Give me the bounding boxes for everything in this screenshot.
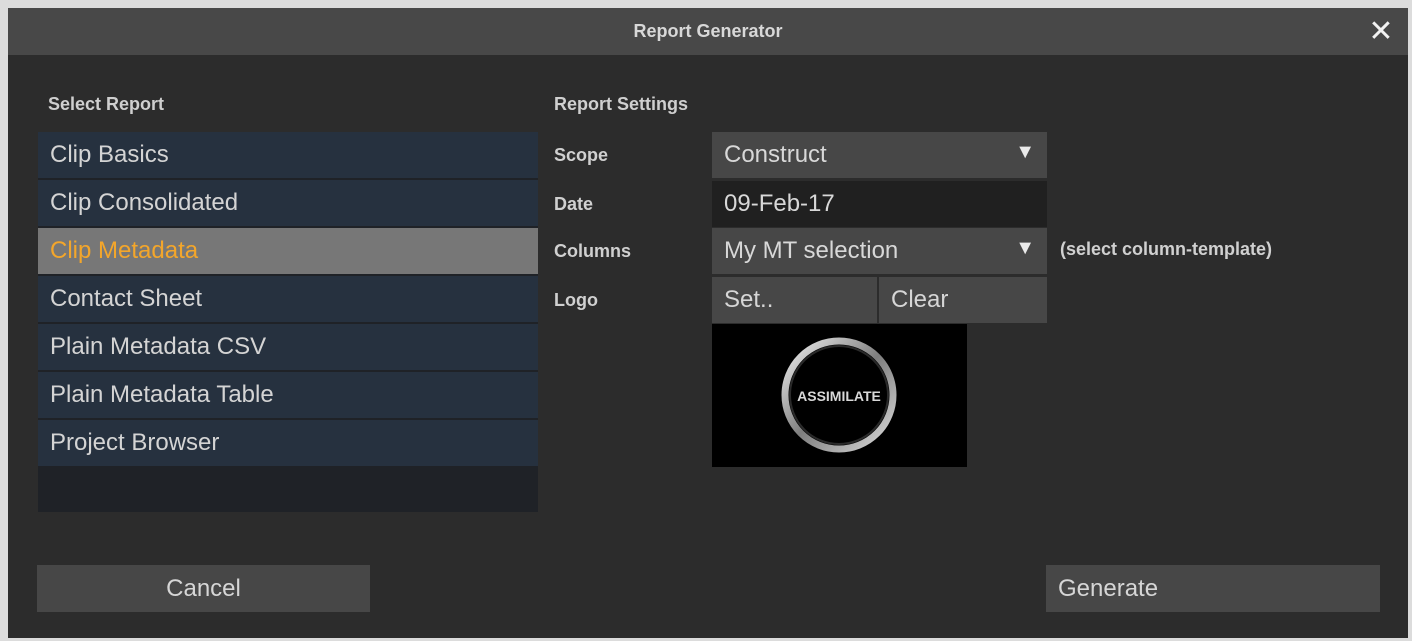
scope-value: Construct xyxy=(724,141,827,168)
report-generator-dialog: Report Generator ✕ Select Report Report … xyxy=(8,8,1408,638)
logo-set-button[interactable]: Set.. xyxy=(712,277,877,323)
logo-text: ASSIMILATE xyxy=(797,388,881,404)
close-icon[interactable]: ✕ xyxy=(1364,14,1398,48)
report-item-clip-metadata[interactable]: Clip Metadata xyxy=(38,228,538,274)
columns-label: Columns xyxy=(554,241,632,261)
assimilate-logo: ASSIMILATE xyxy=(781,337,897,453)
logo-clear-button[interactable]: Clear xyxy=(879,277,1047,323)
date-value: 09-Feb-17 xyxy=(724,190,835,217)
columns-dropdown[interactable]: My MT selection ▼ xyxy=(712,228,1047,274)
report-item-clip-consolidated[interactable]: Clip Consolidated xyxy=(38,180,538,226)
logo-preview: ASSIMILATE xyxy=(712,324,967,467)
scope-label: Scope xyxy=(554,145,609,165)
generate-button[interactable]: Generate xyxy=(1046,565,1380,612)
scope-dropdown[interactable]: Construct ▼ xyxy=(712,132,1047,178)
date-field[interactable]: 09-Feb-17 xyxy=(712,181,1047,227)
report-settings-heading: Report Settings xyxy=(554,94,689,114)
chevron-down-icon: ▼ xyxy=(1015,141,1035,163)
columns-value: My MT selection xyxy=(724,237,899,264)
select-report-heading: Select Report xyxy=(48,94,165,114)
report-item-contact-sheet[interactable]: Contact Sheet xyxy=(38,276,538,322)
chevron-down-icon: ▼ xyxy=(1015,237,1035,259)
dialog-title: Report Generator xyxy=(633,21,783,41)
title-bar: Report Generator ✕ xyxy=(8,8,1408,55)
report-item-project-browser[interactable]: Project Browser xyxy=(38,420,538,466)
report-item-plain-metadata-csv[interactable]: Plain Metadata CSV xyxy=(38,324,538,370)
report-list: Clip Basics Clip Consolidated Clip Metad… xyxy=(38,132,538,512)
date-label: Date xyxy=(554,194,594,214)
logo-label: Logo xyxy=(554,290,598,310)
report-item-clip-basics[interactable]: Clip Basics xyxy=(38,132,538,178)
report-item-plain-metadata-table[interactable]: Plain Metadata Table xyxy=(38,372,538,418)
cancel-button[interactable]: Cancel xyxy=(37,565,370,612)
columns-hint: (select column-template) xyxy=(1060,239,1273,259)
